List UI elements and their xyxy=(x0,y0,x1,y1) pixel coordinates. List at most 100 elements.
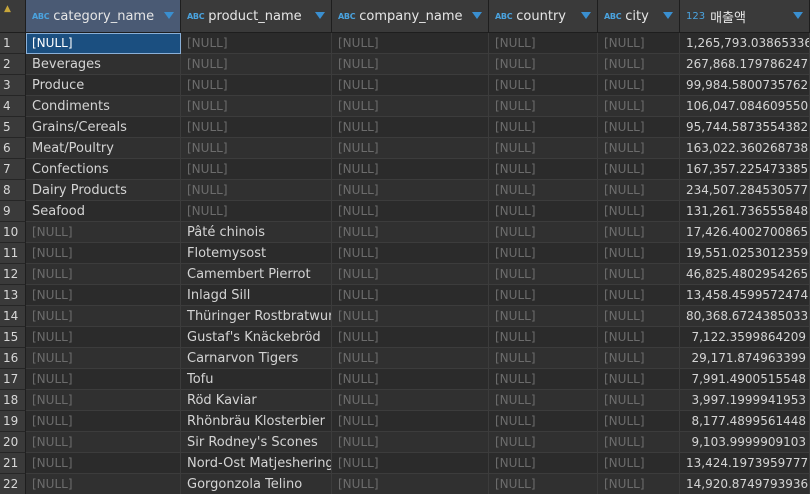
cell-sales[interactable]: 46,825.4802954265 xyxy=(680,264,810,285)
cell-country[interactable]: [NULL] xyxy=(489,390,598,411)
cell-category-name[interactable]: [NULL] xyxy=(26,306,181,327)
cell-product-name[interactable]: Tofu xyxy=(181,369,332,390)
cell-company-name[interactable]: [NULL] xyxy=(332,180,489,201)
cell-country[interactable]: [NULL] xyxy=(489,180,598,201)
cell-company-name[interactable]: [NULL] xyxy=(332,138,489,159)
table-row[interactable]: 18 [NULL] Röd Kaviar [NULL] [NULL] [NULL] 3,99… xyxy=(0,390,810,411)
cell-company-name[interactable]: [NULL] xyxy=(332,411,489,432)
cell-city[interactable]: [NULL] xyxy=(598,117,680,138)
cell-company-name[interactable]: [NULL] xyxy=(332,453,489,474)
cell-product-name[interactable]: Rhönbräu Klosterbier xyxy=(181,411,332,432)
cell-category-name[interactable]: [NULL] xyxy=(26,369,181,390)
cell-product-name[interactable]: Sir Rodney's Scones xyxy=(181,432,332,453)
table-row[interactable]: 1 [NULL] [NULL] [NULL] [NULL] [NULL] 1,265,793… xyxy=(0,33,810,54)
cell-product-name[interactable]: Pâté chinois xyxy=(181,222,332,243)
cell-sales[interactable]: 234,507.2845305777 xyxy=(680,180,810,201)
cell-product-name[interactable]: Camembert Pierrot xyxy=(181,264,332,285)
cell-city[interactable]: [NULL] xyxy=(598,201,680,222)
cell-country[interactable]: [NULL] xyxy=(489,411,598,432)
cell-city[interactable]: [NULL] xyxy=(598,474,680,494)
row-number[interactable]: 11 xyxy=(0,243,26,264)
cell-category-name[interactable]: [NULL] xyxy=(26,264,181,285)
cell-country[interactable]: [NULL] xyxy=(489,369,598,390)
row-number[interactable]: 18 xyxy=(0,390,26,411)
cell-company-name[interactable]: [NULL] xyxy=(332,243,489,264)
cell-sales[interactable]: 3,997.1999941953 xyxy=(680,390,810,411)
cell-city[interactable]: [NULL] xyxy=(598,390,680,411)
cell-company-name[interactable]: [NULL] xyxy=(332,327,489,348)
cell-sales[interactable]: 19,551.0253012359 xyxy=(680,243,810,264)
cell-country[interactable]: [NULL] xyxy=(489,75,598,96)
cell-company-name[interactable]: [NULL] xyxy=(332,369,489,390)
cell-category-name[interactable]: [NULL] xyxy=(26,243,181,264)
cell-product-name[interactable]: [NULL] xyxy=(181,159,332,180)
cell-sales[interactable]: 7,991.4900515548 xyxy=(680,369,810,390)
cell-category-name[interactable]: Confections xyxy=(26,159,181,180)
cell-sales[interactable]: 167,357.2254733859 xyxy=(680,159,810,180)
cell-category-name[interactable]: Grains/Cereals xyxy=(26,117,181,138)
row-number[interactable]: 22 xyxy=(0,474,26,494)
row-number[interactable]: 1 xyxy=(0,33,26,54)
filter-dropdown-icon[interactable] xyxy=(472,12,482,19)
cell-category-name[interactable]: Produce xyxy=(26,75,181,96)
cell-sales[interactable]: 13,458.4599572474 xyxy=(680,285,810,306)
cell-company-name[interactable]: [NULL] xyxy=(332,117,489,138)
filter-dropdown-icon[interactable] xyxy=(315,12,325,19)
cell-country[interactable]: [NULL] xyxy=(489,348,598,369)
row-number[interactable]: 14 xyxy=(0,306,26,327)
cell-product-name[interactable]: Röd Kaviar xyxy=(181,390,332,411)
column-header-country[interactable]: ABC country xyxy=(489,0,598,32)
cell-category-name[interactable]: [NULL] xyxy=(26,390,181,411)
cell-company-name[interactable]: [NULL] xyxy=(332,348,489,369)
row-number[interactable]: 4 xyxy=(0,96,26,117)
cell-city[interactable]: [NULL] xyxy=(598,138,680,159)
table-row[interactable]: 6 Meat/Poultry [NULL] [NULL] [NULL] [NULL] 163… xyxy=(0,138,810,159)
cell-company-name[interactable]: [NULL] xyxy=(332,54,489,75)
cell-company-name[interactable]: [NULL] xyxy=(332,432,489,453)
row-number[interactable]: 10 xyxy=(0,222,26,243)
cell-country[interactable]: [NULL] xyxy=(489,96,598,117)
cell-city[interactable]: [NULL] xyxy=(598,54,680,75)
cell-category-name[interactable]: [NULL] xyxy=(26,33,181,54)
row-number[interactable]: 2 xyxy=(0,54,26,75)
cell-product-name[interactable]: [NULL] xyxy=(181,201,332,222)
cell-company-name[interactable]: [NULL] xyxy=(332,96,489,117)
cell-category-name[interactable]: Dairy Products xyxy=(26,180,181,201)
cell-country[interactable]: [NULL] xyxy=(489,243,598,264)
cell-country[interactable]: [NULL] xyxy=(489,222,598,243)
cell-country[interactable]: [NULL] xyxy=(489,138,598,159)
row-number[interactable]: 12 xyxy=(0,264,26,285)
cell-category-name[interactable]: [NULL] xyxy=(26,222,181,243)
cell-company-name[interactable]: [NULL] xyxy=(332,75,489,96)
table-row[interactable]: 22 [NULL] Gorgonzola Telino [NULL] [NULL] [NU… xyxy=(0,474,810,494)
table-row[interactable]: 2 Beverages [NULL] [NULL] [NULL] [NULL] 267,86… xyxy=(0,54,810,75)
cell-product-name[interactable]: Thüringer Rostbratwurst xyxy=(181,306,332,327)
table-row[interactable]: 12 [NULL] Camembert Pierrot [NULL] [NULL] [NU… xyxy=(0,264,810,285)
table-row[interactable]: 19 [NULL] Rhönbräu Klosterbier [NULL] [NULL]… xyxy=(0,411,810,432)
cell-city[interactable]: [NULL] xyxy=(598,369,680,390)
table-row[interactable]: 20 [NULL] Sir Rodney's Scones [NULL] [NULL][… xyxy=(0,432,810,453)
row-number[interactable]: 5 xyxy=(0,117,26,138)
cell-country[interactable]: [NULL] xyxy=(489,453,598,474)
row-number[interactable]: 16 xyxy=(0,348,26,369)
cell-sales[interactable]: 13,424.1973959777 xyxy=(680,453,810,474)
cell-category-name[interactable]: [NULL] xyxy=(26,327,181,348)
cell-city[interactable]: [NULL] xyxy=(598,285,680,306)
cell-sales[interactable]: 267,868.1797862478 xyxy=(680,54,810,75)
filter-dropdown-icon[interactable] xyxy=(581,12,591,19)
row-number[interactable]: 20 xyxy=(0,432,26,453)
cell-category-name[interactable]: [NULL] xyxy=(26,474,181,494)
cell-product-name[interactable]: [NULL] xyxy=(181,117,332,138)
cell-city[interactable]: [NULL] xyxy=(598,159,680,180)
cell-country[interactable]: [NULL] xyxy=(489,159,598,180)
cell-country[interactable]: [NULL] xyxy=(489,117,598,138)
cell-company-name[interactable]: [NULL] xyxy=(332,201,489,222)
cell-sales[interactable]: 17,426.4002700865 xyxy=(680,222,810,243)
cell-company-name[interactable]: [NULL] xyxy=(332,285,489,306)
column-header-company-name[interactable]: ABC company_name xyxy=(332,0,489,32)
cell-category-name[interactable]: Beverages xyxy=(26,54,181,75)
row-number[interactable]: 19 xyxy=(0,411,26,432)
cell-category-name[interactable]: Condiments xyxy=(26,96,181,117)
cell-product-name[interactable]: Gorgonzola Telino xyxy=(181,474,332,494)
cell-product-name[interactable]: [NULL] xyxy=(181,180,332,201)
